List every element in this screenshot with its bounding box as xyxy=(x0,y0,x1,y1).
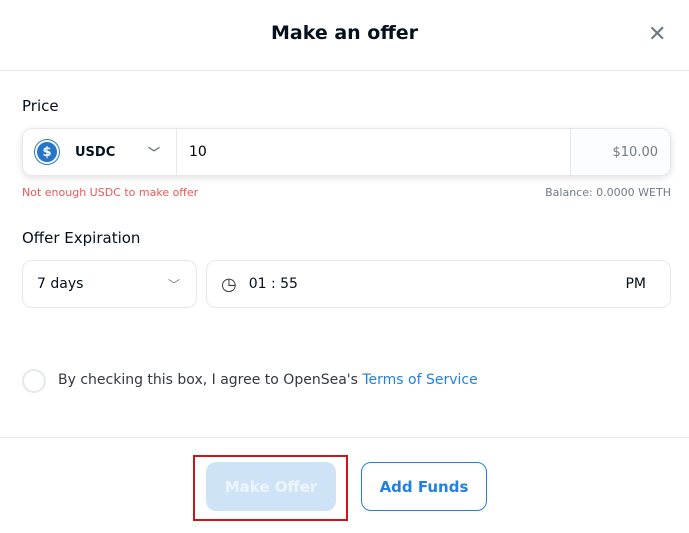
divider xyxy=(0,70,689,71)
price-label: Price xyxy=(22,97,59,115)
time-input[interactable]: ◷ 01 : 55 PM xyxy=(206,260,671,308)
dialog-title: Make an offer xyxy=(270,22,419,44)
add-funds-button[interactable]: Add Funds xyxy=(361,462,487,511)
chevron-down-icon: ﹀ xyxy=(147,145,160,160)
duration-value: 7 days xyxy=(37,276,84,292)
terms-of-service-link[interactable]: Terms of Service xyxy=(362,372,477,388)
divider xyxy=(0,437,689,438)
usdc-icon: $ xyxy=(35,140,59,164)
close-icon[interactable]: ✕ xyxy=(648,22,666,47)
chevron-down-icon: ﹀ xyxy=(167,277,180,292)
price-amount-input[interactable] xyxy=(177,129,570,175)
terms-label: By checking this box, I agree to OpenSea… xyxy=(58,372,363,388)
currency-select[interactable]: $ USDC ﹀ xyxy=(23,129,177,175)
terms-checkbox[interactable] xyxy=(22,369,46,393)
terms-text: By checking this box, I agree to OpenSea… xyxy=(58,372,478,388)
error-message: Not enough USDC to make offer xyxy=(22,186,199,199)
currency-label: USDC xyxy=(75,144,116,160)
usd-value: $10.00 xyxy=(570,129,670,175)
time-value: 01 : 55 xyxy=(248,276,298,292)
price-input-group: $ USDC ﹀ $10.00 xyxy=(22,128,671,176)
clock-icon: ◷ xyxy=(221,273,237,295)
duration-select[interactable]: 7 days ﹀ xyxy=(22,260,197,308)
highlight-box xyxy=(193,455,348,521)
balance: Balance: 0.0000 WETH xyxy=(545,186,671,199)
ampm-value[interactable]: PM xyxy=(625,276,646,292)
expiration-label: Offer Expiration xyxy=(22,229,141,247)
